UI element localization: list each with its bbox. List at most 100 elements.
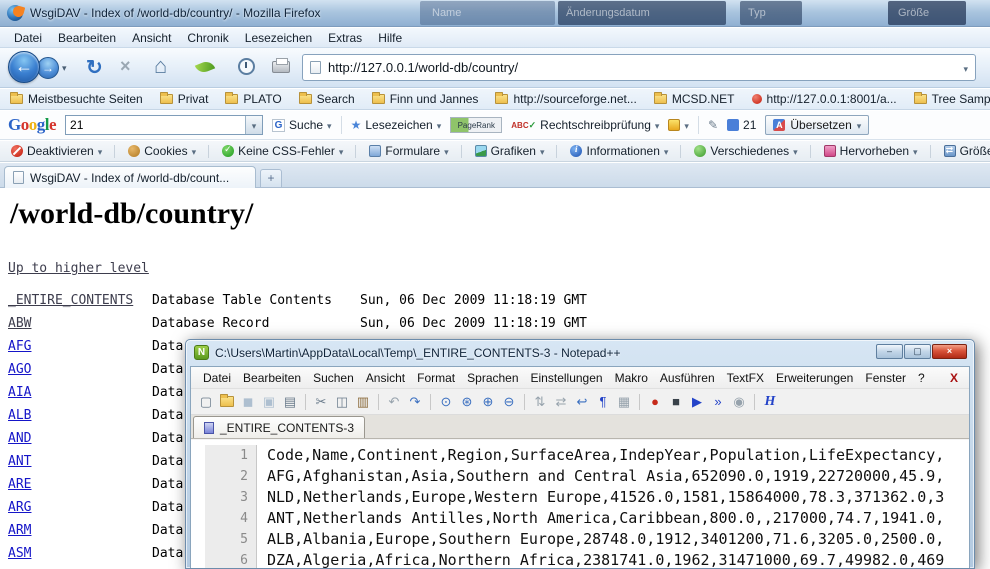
html-preview-icon[interactable]: H [761,393,779,411]
np-menu-datei[interactable]: Datei [197,369,237,387]
new-tab-button[interactable] [260,169,282,188]
home-button[interactable]: ⌂ [154,53,167,79]
menu-chronik[interactable]: Chronik [179,29,236,47]
np-tab-entire-contents[interactable]: _ENTIRE_CONTENTS-3 [193,416,365,438]
webdev-grafiken[interactable]: Grafiken [458,144,548,158]
close-document-button[interactable]: X [950,371,963,385]
cut-icon[interactable]: ✂ [312,393,330,411]
stop-button[interactable]: × [120,56,131,77]
webdev-hervorheben[interactable]: Hervorheben [807,144,921,158]
np-menu-fenster[interactable]: Fenster [859,369,912,387]
entry-link[interactable]: ARM [8,523,31,538]
open-file-icon[interactable] [220,396,234,407]
menu-datei[interactable]: Datei [6,29,50,47]
np-menu-bearbeiten[interactable]: Bearbeiten [237,369,307,387]
bookmark-mcsd-net[interactable]: MCSD.NET [654,92,735,106]
paste-icon[interactable]: ▥ [354,393,372,411]
back-button[interactable]: ← [8,51,40,83]
entry-link[interactable]: _ENTIRE_CONTENTS [8,293,133,308]
url-dropdown-icon[interactable] [963,61,968,75]
entry-link[interactable]: ARG [8,500,31,515]
code-editor[interactable]: 1Code,Name,Continent,Region,SurfaceArea,… [191,440,969,568]
entry-link[interactable]: AGO [8,362,31,377]
show-all-characters-icon[interactable]: ¶ [594,393,612,411]
firefox-titlebar[interactable]: WsgiDAV - Index of /world-db/country/ - … [0,0,990,27]
np-menu-format[interactable]: Format [411,369,461,387]
entry-link[interactable]: ANT [8,454,31,469]
google-search-input[interactable] [66,116,245,134]
save-all-icon[interactable]: ▣ [260,393,278,411]
redo-icon[interactable]: ↷ [406,393,424,411]
bookmark-search[interactable]: Search [299,92,355,106]
entry-link[interactable]: AIA [8,385,31,400]
menu-extras[interactable]: Extras [320,29,370,47]
macro-save-icon[interactable]: ◉ [730,393,748,411]
macro-run-multiple-icon[interactable]: » [709,393,727,411]
replace-icon[interactable]: ⊛ [458,393,476,411]
print-button[interactable] [272,61,290,73]
webdev-formulare[interactable]: Formulare [352,144,451,158]
google-search-button[interactable]: GSuche [272,118,332,132]
webdev-verschiedenes[interactable]: Verschiedenes [677,144,800,158]
url-input[interactable] [328,60,956,75]
np-menu-help[interactable]: ? [912,369,931,387]
entry-link[interactable]: ALB [8,408,31,423]
menu-ansicht[interactable]: Ansicht [124,29,179,47]
webdev-cookies[interactable]: Cookies [111,144,199,158]
np-menu-einstellungen[interactable]: Einstellungen [525,369,609,387]
maximize-button[interactable]: ▢ [904,344,931,359]
word-wrap-icon[interactable]: ↩ [573,393,591,411]
np-menu-textfx[interactable]: TextFX [721,369,770,387]
entry-link[interactable]: ASM [8,546,31,561]
np-menu-suchen[interactable]: Suchen [307,369,360,387]
copy-icon[interactable]: ◫ [333,393,351,411]
indent-guide-icon[interactable]: ▦ [615,393,633,411]
reload-button[interactable]: ↻ [86,55,103,80]
np-menu-erweiterungen[interactable]: Erweiterungen [770,369,859,387]
zoom-in-icon[interactable]: ⊕ [479,393,497,411]
sync-vertical-icon[interactable]: ⇅ [531,393,549,411]
macro-stop-icon[interactable]: ■ [667,393,685,411]
sync-horizontal-icon[interactable]: ⇄ [552,393,570,411]
bookmark-tree-samples[interactable]: Tree Samples [914,92,990,106]
translate-button[interactable]: AÜbersetzen [765,115,869,135]
bookmark-finn-und-jannes[interactable]: Finn und Jannes [372,92,479,106]
history-dropdown-icon[interactable]: ▾ [62,63,67,74]
webdev-deaktivieren[interactable]: Deaktivieren [8,144,105,158]
search-history-dropdown-icon[interactable] [245,116,262,134]
leaf-addon-icon[interactable] [195,59,215,75]
spellcheck-button[interactable]: ABCRechtschreibprüfung [511,118,659,132]
entry-link[interactable]: ARE [8,477,31,492]
entry-link[interactable]: AFG [8,339,31,354]
menu-bearbeiten[interactable]: Bearbeiten [50,29,124,47]
bookmark-localhost-8001[interactable]: http://127.0.0.1:8001/a... [752,92,897,106]
bookmark-meistbesuchte-seiten[interactable]: Meistbesuchte Seiten [10,92,143,106]
new-file-icon[interactable]: ▢ [197,393,215,411]
minimize-button[interactable]: – [876,344,903,359]
clock-addon-icon[interactable] [238,58,255,75]
macro-play-icon[interactable]: ▶ [688,393,706,411]
entry-link[interactable]: ABW [8,316,31,331]
tab-wsgidav-index[interactable]: WsgiDAV - Index of /world-db/count... [4,166,256,188]
autofill-button[interactable] [668,118,689,132]
save-icon[interactable]: ◼ [239,393,257,411]
undo-icon[interactable]: ↶ [385,393,403,411]
close-button[interactable]: × [932,344,967,359]
print-icon[interactable]: ▤ [281,393,299,411]
counter-item[interactable]: 21 [727,118,756,132]
menu-lesezeichen[interactable]: Lesezeichen [237,29,320,47]
up-to-higher-level-link[interactable]: Up to higher level [8,261,149,276]
pagerank-indicator[interactable]: PageRank [450,117,502,133]
np-menu-makro[interactable]: Makro [609,369,654,387]
np-menu-ausfuehren[interactable]: Ausführen [654,369,721,387]
bookmark-sourceforge[interactable]: http://sourceforge.net... [495,92,636,106]
forward-button[interactable]: → [37,57,59,79]
macro-record-icon[interactable]: ● [646,393,664,411]
bookmark-plato[interactable]: PLATO [225,92,281,106]
find-icon[interactable]: ⊙ [437,393,455,411]
webdev-groesse[interactable]: Größe [927,144,990,158]
np-menu-sprachen[interactable]: Sprachen [461,369,524,387]
bookmark-privat[interactable]: Privat [160,92,209,106]
notepadpp-titlebar[interactable]: N C:\Users\Martin\AppData\Local\Temp\_EN… [186,340,974,366]
menu-hilfe[interactable]: Hilfe [370,29,410,47]
